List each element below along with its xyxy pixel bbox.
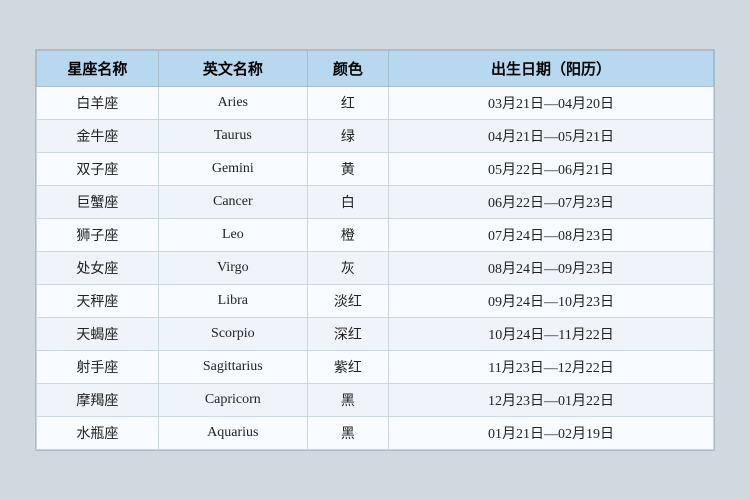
cell-en: Aries <box>158 87 307 120</box>
cell-date: 03月21日—04月20日 <box>389 87 714 120</box>
cell-color: 黑 <box>307 384 388 417</box>
cell-en: Aquarius <box>158 417 307 450</box>
header-date: 出生日期（阳历） <box>389 51 714 87</box>
cell-date: 08月24日—09月23日 <box>389 252 714 285</box>
cell-color: 淡红 <box>307 285 388 318</box>
header-en: 英文名称 <box>158 51 307 87</box>
cell-date: 12月23日—01月22日 <box>389 384 714 417</box>
cell-zh: 天蝎座 <box>37 318 159 351</box>
table-row: 射手座Sagittarius紫红11月23日—12月22日 <box>37 351 714 384</box>
cell-en: Virgo <box>158 252 307 285</box>
cell-en: Leo <box>158 219 307 252</box>
cell-en: Cancer <box>158 186 307 219</box>
cell-en: Taurus <box>158 120 307 153</box>
cell-color: 灰 <box>307 252 388 285</box>
cell-zh: 巨蟹座 <box>37 186 159 219</box>
table-row: 双子座Gemini黄05月22日—06月21日 <box>37 153 714 186</box>
cell-color: 紫红 <box>307 351 388 384</box>
cell-color: 绿 <box>307 120 388 153</box>
table-row: 处女座Virgo灰08月24日—09月23日 <box>37 252 714 285</box>
cell-zh: 金牛座 <box>37 120 159 153</box>
cell-en: Scorpio <box>158 318 307 351</box>
cell-color: 橙 <box>307 219 388 252</box>
cell-zh: 处女座 <box>37 252 159 285</box>
cell-date: 06月22日—07月23日 <box>389 186 714 219</box>
table-header-row: 星座名称 英文名称 颜色 出生日期（阳历） <box>37 51 714 87</box>
zodiac-table-container: 星座名称 英文名称 颜色 出生日期（阳历） 白羊座Aries红03月21日—04… <box>35 49 715 451</box>
cell-zh: 双子座 <box>37 153 159 186</box>
cell-color: 红 <box>307 87 388 120</box>
cell-color: 白 <box>307 186 388 219</box>
cell-date: 09月24日—10月23日 <box>389 285 714 318</box>
table-row: 天蝎座Scorpio深红10月24日—11月22日 <box>37 318 714 351</box>
table-row: 天秤座Libra淡红09月24日—10月23日 <box>37 285 714 318</box>
cell-date: 04月21日—05月21日 <box>389 120 714 153</box>
cell-color: 黑 <box>307 417 388 450</box>
cell-zh: 摩羯座 <box>37 384 159 417</box>
cell-en: Capricorn <box>158 384 307 417</box>
cell-zh: 水瓶座 <box>37 417 159 450</box>
header-color: 颜色 <box>307 51 388 87</box>
cell-date: 01月21日—02月19日 <box>389 417 714 450</box>
cell-date: 10月24日—11月22日 <box>389 318 714 351</box>
table-row: 白羊座Aries红03月21日—04月20日 <box>37 87 714 120</box>
table-row: 水瓶座Aquarius黑01月21日—02月19日 <box>37 417 714 450</box>
cell-en: Libra <box>158 285 307 318</box>
cell-en: Gemini <box>158 153 307 186</box>
cell-date: 11月23日—12月22日 <box>389 351 714 384</box>
cell-date: 07月24日—08月23日 <box>389 219 714 252</box>
cell-zh: 白羊座 <box>37 87 159 120</box>
table-row: 摩羯座Capricorn黑12月23日—01月22日 <box>37 384 714 417</box>
cell-zh: 射手座 <box>37 351 159 384</box>
cell-date: 05月22日—06月21日 <box>389 153 714 186</box>
table-row: 狮子座Leo橙07月24日—08月23日 <box>37 219 714 252</box>
table-row: 巨蟹座Cancer白06月22日—07月23日 <box>37 186 714 219</box>
cell-zh: 狮子座 <box>37 219 159 252</box>
cell-color: 深红 <box>307 318 388 351</box>
cell-zh: 天秤座 <box>37 285 159 318</box>
header-zh: 星座名称 <box>37 51 159 87</box>
table-row: 金牛座Taurus绿04月21日—05月21日 <box>37 120 714 153</box>
table-body: 白羊座Aries红03月21日—04月20日金牛座Taurus绿04月21日—0… <box>37 87 714 450</box>
cell-en: Sagittarius <box>158 351 307 384</box>
cell-color: 黄 <box>307 153 388 186</box>
zodiac-table: 星座名称 英文名称 颜色 出生日期（阳历） 白羊座Aries红03月21日—04… <box>36 50 714 450</box>
